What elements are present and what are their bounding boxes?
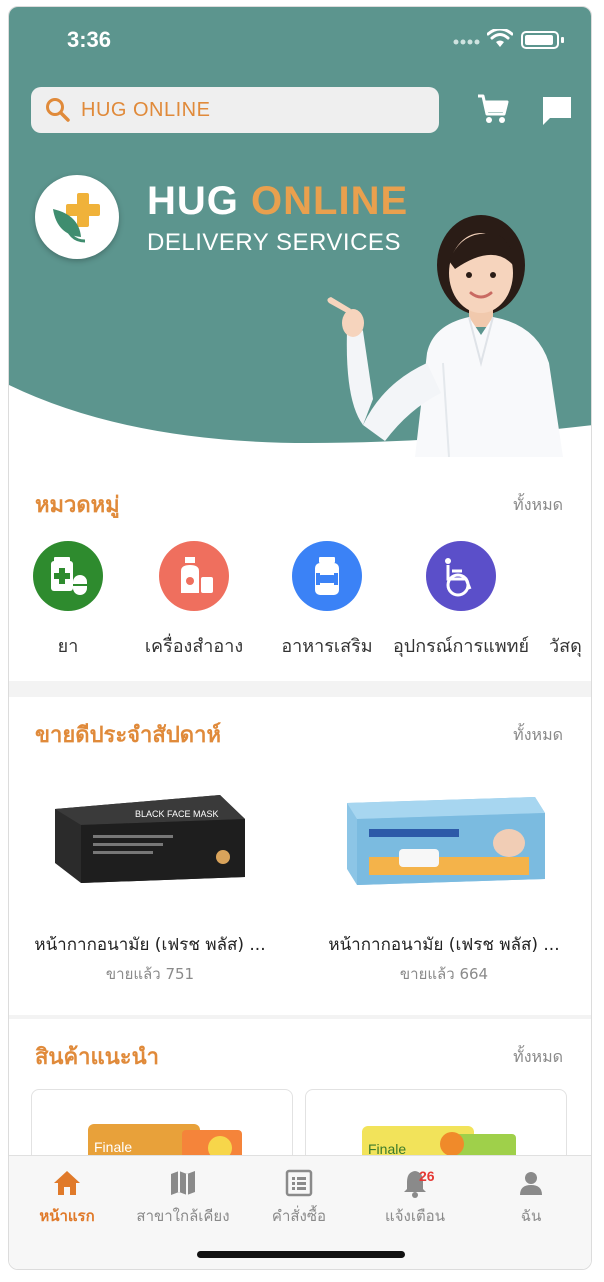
category-section: หมวดหมู่ ทั้งหมด ยา เครื่องสำอาง อาหารเส…	[9, 467, 591, 681]
tab-nearby-branches[interactable]: สาขาใกล้เคียง	[125, 1166, 241, 1228]
tab-label: สาขาใกล้เคียง	[136, 1207, 230, 1225]
tab-home[interactable]: หน้าแรก	[9, 1166, 125, 1228]
hero-banner: 3:36 HUG ONLINE HUG ONLINE DELIVERY SERV…	[9, 7, 591, 467]
category-see-all-link[interactable]: ทั้งหมด	[513, 493, 563, 518]
cosmetics-icon	[159, 541, 229, 611]
category-label: วัสดุ	[549, 636, 582, 657]
tab-orders[interactable]: คำสั่งซื้อ	[241, 1166, 357, 1228]
blue-mask-box-image	[347, 797, 545, 885]
tab-notifications[interactable]: 26 แจ้งเตือน	[357, 1166, 473, 1228]
map-icon	[125, 1166, 241, 1200]
tab-label: ฉัน	[520, 1207, 542, 1225]
product-box-label: BLACK FACE MASK	[135, 809, 219, 819]
category-label: เครื่องสำอาง	[144, 636, 244, 657]
tab-label: หน้าแรก	[39, 1207, 95, 1225]
category-label: ยา	[57, 636, 79, 657]
search-placeholder: HUG ONLINE	[81, 98, 211, 121]
supplies-icon	[549, 541, 591, 611]
cart-icon[interactable]	[475, 91, 511, 127]
brand-title-part1: HUG	[147, 179, 239, 223]
recommended-see-all-link[interactable]: ทั้งหมด	[513, 1045, 563, 1070]
category-label: อุปกรณ์การแพทย์	[392, 636, 530, 657]
category-item-medical-equipment[interactable]: อุปกรณ์การแพทย์	[389, 541, 533, 660]
doctor-illustration	[327, 215, 563, 457]
notification-badge: 26	[419, 1168, 435, 1184]
tab-label: แจ้งเตือน	[385, 1207, 445, 1225]
product-card[interactable]: BLACK FACE MASK หน้ากากอนามัย (เฟรช พลัส…	[15, 779, 285, 986]
status-bar: 3:36	[9, 25, 591, 61]
recommended-card-label: Finale	[94, 1139, 132, 1155]
chat-icon[interactable]	[539, 93, 575, 129]
wheelchair-icon	[426, 541, 496, 611]
tab-label: คำสั่งซื้อ	[271, 1207, 327, 1225]
category-item-supplement[interactable]: อาหารเสริม	[265, 541, 389, 660]
product-name: หน้ากากอนามัย (เฟรช พลัส) ...	[328, 935, 560, 955]
bestseller-section: ขายดีประจำสัปดาห์ ทั้งหมด BLACK FACE MAS…	[9, 697, 591, 1015]
product-card[interactable]: หน้ากากอนามัย (เฟรช พลัส) ... ขายแล้ว 66…	[309, 779, 579, 986]
home-indicator	[197, 1251, 405, 1258]
category-label: อาหารเสริม	[281, 636, 373, 657]
category-item-supplies[interactable]: วัสดุ	[549, 541, 591, 660]
recommended-title: สินค้าแนะนำ	[35, 1045, 159, 1070]
black-mask-box-image: BLACK FACE MASK	[55, 795, 245, 883]
app-screen: 3:36 HUG ONLINE HUG ONLINE DELIVERY SERV…	[8, 6, 592, 1270]
search-bar[interactable]: HUG ONLINE	[31, 87, 439, 133]
brand-logo	[35, 175, 119, 259]
search-icon	[46, 98, 70, 122]
tab-profile[interactable]: ฉัน	[473, 1166, 589, 1228]
medicine-icon	[33, 541, 103, 611]
category-title: หมวดหมู่	[35, 493, 120, 518]
wifi-icon	[487, 29, 513, 47]
leaf-cross-logo-icon	[53, 193, 100, 243]
order-list-icon	[241, 1166, 357, 1200]
battery-tip	[561, 37, 564, 43]
signal-icon	[453, 39, 480, 45]
category-item-medicine[interactable]: ยา	[25, 541, 111, 660]
product-sold-count: ขายแล้ว 751	[105, 965, 195, 983]
bell-icon	[357, 1166, 473, 1200]
bestseller-see-all-link[interactable]: ทั้งหมด	[513, 723, 563, 748]
bestseller-title: ขายดีประจำสัปดาห์	[35, 723, 221, 748]
product-sold-count: ขายแล้ว 664	[399, 965, 489, 983]
battery-icon	[521, 31, 559, 49]
status-time: 3:36	[67, 27, 112, 52]
category-item-cosmetics[interactable]: เครื่องสำอาง	[129, 541, 259, 660]
user-icon	[473, 1166, 589, 1200]
product-name: หน้ากากอนามัย (เฟรช พลัส) ...	[34, 935, 266, 955]
supplement-icon	[292, 541, 362, 611]
home-icon	[9, 1166, 125, 1200]
